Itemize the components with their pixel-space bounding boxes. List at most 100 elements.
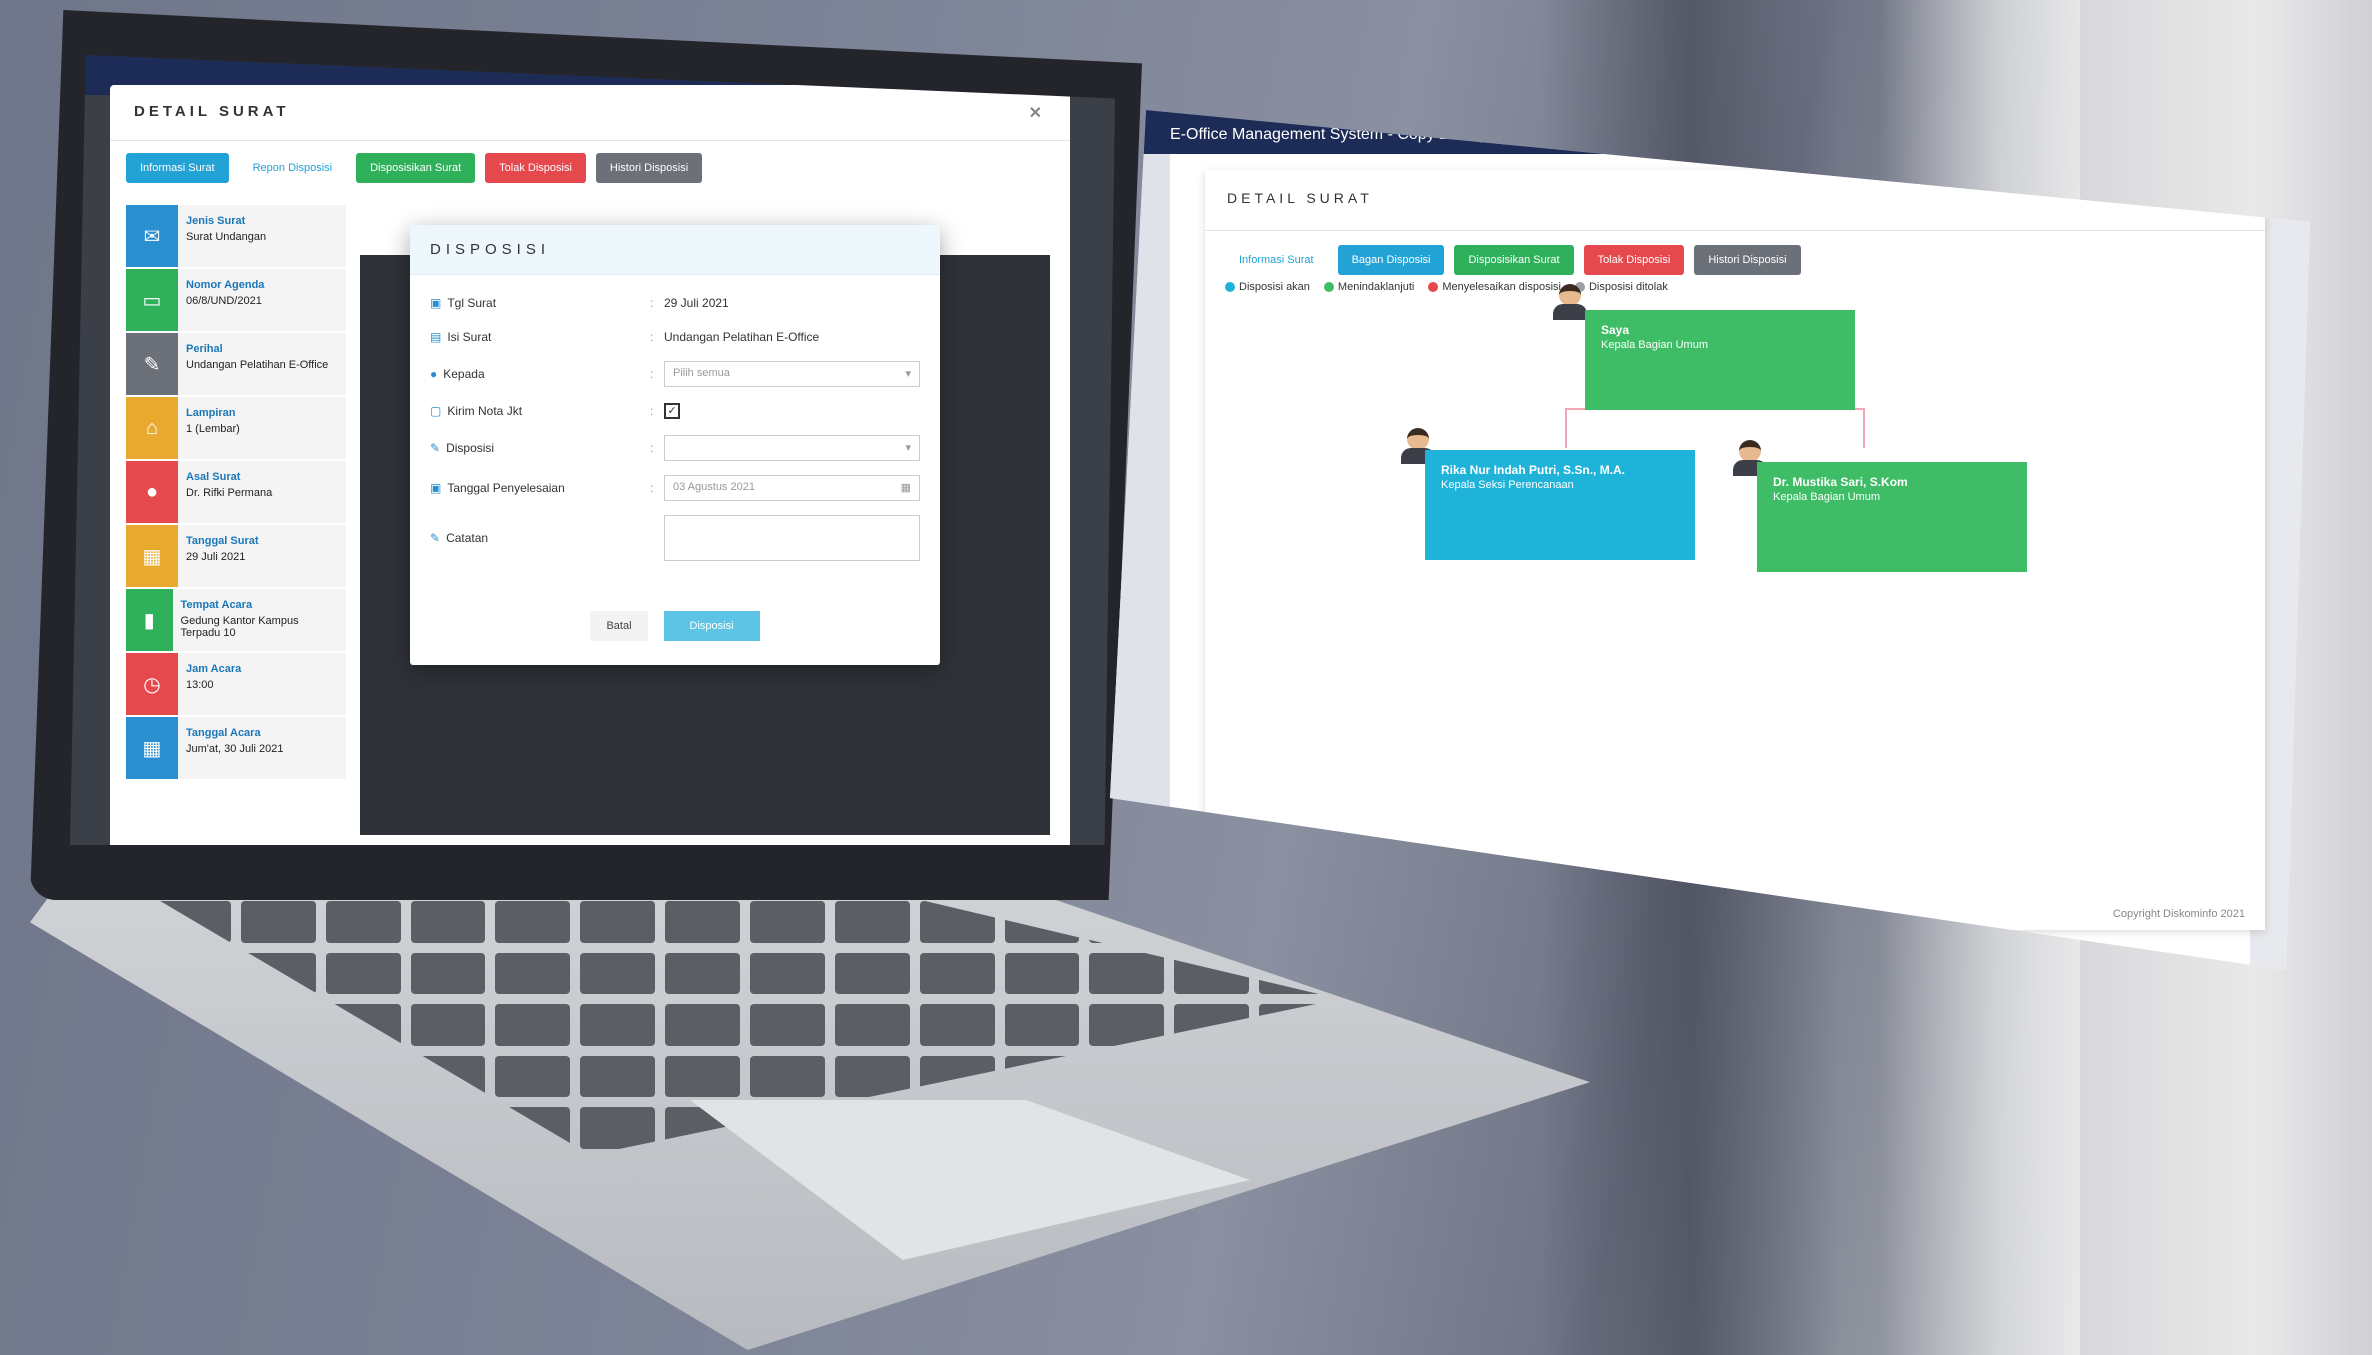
modal-title: DETAIL SURAT <box>1227 190 1373 206</box>
disposisikan-surat-button[interactable]: Disposisikan Surat <box>1454 245 1574 275</box>
surat-detail-item: ▦ Tanggal Acara Jum'at, 30 Juli 2021 <box>126 717 346 781</box>
user-icon: ● <box>126 461 178 523</box>
node-role: Kepala Bagian Umum <box>1601 339 1709 352</box>
keyboard-key <box>749 1055 825 1098</box>
surat-detail-item: ● Asal Surat Dr. Rifki Permana <box>126 461 346 525</box>
pencil-icon: ✎ <box>430 441 441 455</box>
attachment-icon: ⌂ <box>126 397 178 459</box>
item-value: Jum'at, 30 Juli 2021 <box>186 743 284 755</box>
field-value: 29 Juli 2021 <box>664 296 729 310</box>
tolak-disposisi-button[interactable]: Tolak Disposisi <box>485 153 586 183</box>
disposisi-org-chart: Saya Kepala Bagian Umum Rika Nur Indah P… <box>1205 284 2265 590</box>
field-label: Isi Surat <box>447 330 492 344</box>
pencil-icon: ✎ <box>126 333 178 395</box>
keyboard-key <box>156 1055 231 1098</box>
org-node-child[interactable]: Rika Nur Indah Putri, S.Sn., M.A. Kepala… <box>1425 450 1695 560</box>
tab-informasi-surat[interactable]: Informasi Surat <box>1225 245 1328 275</box>
surat-detail-item: ✉ Jenis Surat Surat Undangan <box>126 205 346 269</box>
keyboard-key <box>495 901 571 943</box>
disposisikan-surat-button[interactable]: Disposisikan Surat <box>356 153 476 183</box>
keyboard-key <box>580 901 656 943</box>
tab-informasi-surat[interactable]: Informasi Surat <box>126 153 229 183</box>
pencil-icon: ✎ <box>430 531 441 545</box>
tab-bagan-disposisi[interactable]: Bagan Disposisi <box>1337 245 1445 275</box>
keyboard-key <box>325 901 401 943</box>
field-value: Undangan Pelatihan E-Office <box>664 330 820 344</box>
field-label: Kepada <box>443 367 485 381</box>
keyboard-key <box>834 1004 910 1046</box>
keyboard-key <box>580 952 656 995</box>
footer-copyright: Copyright Diskominfo 2021 <box>2112 908 2245 920</box>
disposisi-select[interactable]: ▾ <box>664 435 920 461</box>
floating-app-window: ✉ E-Office Management System - Copy 2021… <box>1110 110 2310 970</box>
item-label: Nomor Agenda <box>186 279 265 291</box>
item-label: Lampiran <box>186 407 236 419</box>
modal-title: DETAIL SURAT <box>134 103 290 120</box>
keyboard-key <box>834 901 910 943</box>
keyboard-key <box>325 952 401 995</box>
document-icon: ▤ <box>430 330 442 344</box>
keyboard-key <box>665 1004 740 1046</box>
item-label: Perihal <box>186 343 223 355</box>
detail-surat-modal-right: DETAIL SURAT ✕ Informasi Surat Bagan Dis… <box>1205 170 2265 930</box>
users-icon: ● <box>430 367 438 381</box>
item-label: Jenis Surat <box>186 215 246 227</box>
tolak-disposisi-button[interactable]: Tolak Disposisi <box>1583 245 1685 275</box>
org-node-child[interactable]: Dr. Mustika Sari, S.Kom Kepala Bagian Um… <box>1757 462 2027 572</box>
keyboard-key <box>749 1004 825 1046</box>
catatan-textarea[interactable] <box>664 515 920 561</box>
calendar-icon: ▦ <box>900 482 911 494</box>
keyboard-key <box>240 901 316 943</box>
surat-detail-item: ✎ Perihal Undangan Pelatihan E-Office <box>126 333 346 397</box>
select-value: Pilih semua <box>673 367 730 379</box>
tanggal-penyelesaian-input[interactable]: 03 Agustus 2021 ▦ <box>664 475 920 501</box>
kepada-select[interactable]: Pilih semua ▾ <box>664 361 920 387</box>
item-value: 13:00 <box>186 679 214 691</box>
node-name: Dr. Mustika Sari, S.Kom <box>1773 475 1908 489</box>
inbox-icon: ▭ <box>126 269 178 331</box>
field-label: Kirim Nota Jkt <box>447 404 523 418</box>
chevron-down-icon: ▾ <box>905 442 911 454</box>
keyboard-key <box>495 952 571 995</box>
tab-repon-disposisi[interactable]: Repon Disposisi <box>239 153 346 183</box>
surat-detail-item: ▦ Tanggal Surat 29 Juli 2021 <box>126 525 346 589</box>
item-label: Tanggal Surat <box>186 535 259 547</box>
keyboard-key <box>410 952 486 995</box>
scene: DETAIL SURAT ✕ Informasi Surat Repon Dis… <box>0 0 2372 1355</box>
keyboard-key <box>495 1004 571 1046</box>
histori-disposisi-button[interactable]: Histori Disposisi <box>595 153 703 183</box>
keyboard-key <box>156 1107 231 1149</box>
node-role: Kepala Seksi Perencanaan <box>1441 479 1574 492</box>
close-icon[interactable]: ✕ <box>1029 103 1046 122</box>
form-row-kirim-nota: ▢ Kirim Nota Jkt : ✓ <box>430 401 920 421</box>
app-title: E-Office Management System - Copy 2021 |… <box>1170 126 1567 143</box>
disposisi-dialog: DISPOSISI ▣ Tgl Surat : 29 Juli 2021 ▤ Isi… <box>410 225 940 665</box>
disposisi-submit-button[interactable]: Disposisi <box>663 611 760 641</box>
keyboard-key <box>834 952 910 995</box>
item-value: Gedung Kantor Kampus Terpadu 10 <box>180 615 299 639</box>
keyboard-key <box>1089 952 1165 995</box>
keyboard-key <box>665 952 740 995</box>
item-value: 1 (Lembar) <box>186 423 240 435</box>
item-label: Tanggal Acara <box>186 727 261 739</box>
keyboard-key <box>580 1004 656 1046</box>
item-value: Surat Undangan <box>186 231 267 243</box>
modal-tabs: Informasi Surat Repon Disposisi Disposis… <box>110 141 1070 195</box>
histori-disposisi-button[interactable]: Histori Disposisi <box>1694 245 1801 275</box>
field-label: Disposisi <box>446 441 495 455</box>
keyboard-key <box>1259 901 1334 943</box>
cancel-button[interactable]: Batal <box>590 611 648 641</box>
kirim-nota-checkbox[interactable]: ✓ <box>664 403 680 419</box>
keyboard-key <box>919 1004 995 1046</box>
org-node-root[interactable]: Saya Kepala Bagian Umum <box>1585 310 1855 410</box>
node-role: Kepala Bagian Umum <box>1773 491 1881 504</box>
item-value: Undangan Pelatihan E-Office <box>186 359 329 371</box>
avatar <box>1553 284 1587 322</box>
node-name: Saya <box>1601 323 1630 337</box>
clock-icon: ◷ <box>126 653 178 715</box>
footer-version: E-Office v1.0 <box>1225 908 1289 920</box>
keyboard-key <box>410 901 486 943</box>
field-label: Tanggal Penyelesaian <box>447 481 565 495</box>
disposisi-title: DISPOSISI <box>410 225 940 275</box>
form-row-tanggal-penyelesaian: ▣ Tanggal Penyelesaian : 03 Agustus 2021 ▦ <box>430 475 920 501</box>
